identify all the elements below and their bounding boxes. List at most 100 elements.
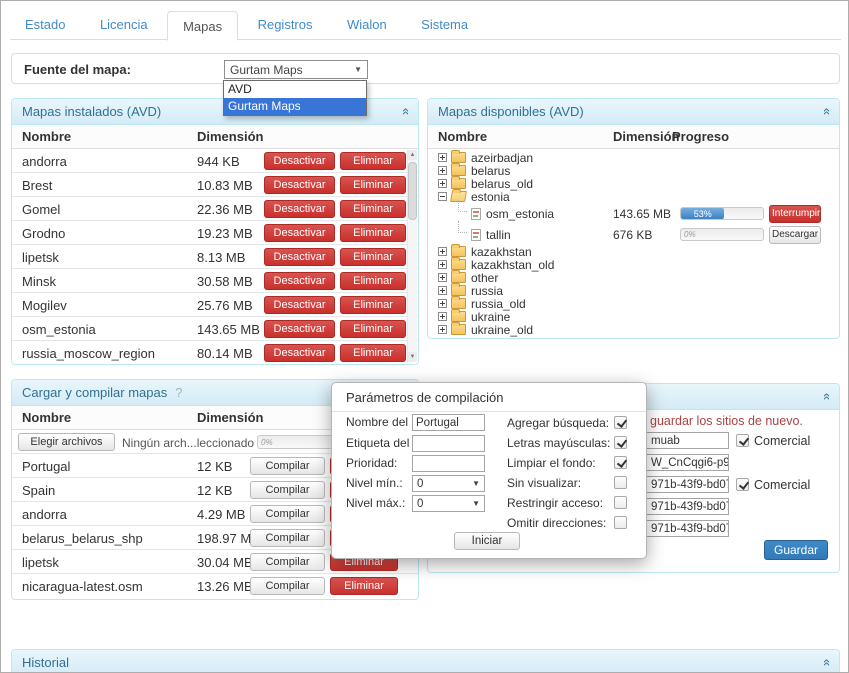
progress-fill: 53% <box>681 208 724 219</box>
delete-button[interactable]: Eliminar <box>340 248 406 266</box>
collapse-icon[interactable]: « <box>400 108 413 115</box>
expand-node-icon[interactable] <box>438 286 447 295</box>
comercial-checkbox[interactable] <box>736 434 749 447</box>
checkbox-row: Letras mayúsculas: <box>507 436 610 451</box>
map-size: 12 KB <box>197 459 232 474</box>
deactivate-button[interactable]: Desactivar <box>264 176 335 194</box>
expand-node-icon[interactable] <box>438 153 447 162</box>
dropdown-option-avd[interactable]: AVD <box>224 81 366 98</box>
history-header: Historial « <box>12 650 839 673</box>
collapse-node-icon[interactable] <box>438 192 447 201</box>
map-name: belarus_belarus_shp <box>22 531 143 546</box>
comercial-label: Comercial <box>754 434 810 448</box>
delete-button[interactable]: Eliminar <box>340 320 406 338</box>
expand-node-icon[interactable] <box>438 299 447 308</box>
compile-button[interactable]: Compilar <box>250 481 325 499</box>
deactivate-button[interactable]: Desactivar <box>264 224 335 242</box>
chevron-down-icon: ▼ <box>472 479 480 488</box>
map-name-input[interactable] <box>412 414 485 431</box>
deactivate-button[interactable]: Desactivar <box>264 152 335 170</box>
dialog-body: Nombre del map Etiqueta del map Priorida… <box>332 412 646 558</box>
expand-node-icon[interactable] <box>438 166 447 175</box>
compile-button[interactable]: Compilar <box>250 505 325 523</box>
no-render-checkbox[interactable] <box>614 476 627 489</box>
comercial-checkbox[interactable] <box>736 478 749 491</box>
installed-maps-panel: Mapas instalados (AVD) « Nombre Dimensió… <box>11 98 419 365</box>
delete-button[interactable]: Eliminar <box>340 176 406 194</box>
deactivate-button[interactable]: Desactivar <box>264 272 335 290</box>
map-name: Spain <box>22 483 55 498</box>
uppercase-checkbox[interactable] <box>614 436 627 449</box>
map-name: Brest <box>22 178 52 193</box>
map-size: 143.65 MB <box>197 322 260 337</box>
compile-button[interactable]: Compilar <box>250 577 325 595</box>
tab-wialon[interactable]: Wialon <box>332 10 402 40</box>
checkbox-row: Restringir acceso: <box>507 496 603 511</box>
save-button[interactable]: Guardar <box>764 540 828 560</box>
collapse-icon[interactable]: « <box>821 393 834 400</box>
delete-button[interactable]: Eliminar <box>340 152 406 170</box>
map-size: 30.04 MB <box>197 555 253 570</box>
min-level-select[interactable]: 0 ▼ <box>412 475 485 492</box>
delete-button[interactable]: Eliminar <box>340 200 406 218</box>
delete-button[interactable]: Eliminar <box>340 224 406 242</box>
choose-files-button[interactable]: Elegir archivos <box>18 433 115 451</box>
interrupt-button[interactable]: Interrumpir <box>769 205 821 223</box>
deactivate-button[interactable]: Desactivar <box>264 344 335 362</box>
skip-addresses-checkbox[interactable] <box>614 516 627 529</box>
checkbox-row: Limpiar el fondo: <box>507 456 596 471</box>
deactivate-button[interactable]: Desactivar <box>264 320 335 338</box>
scroll-down-icon[interactable]: ▼ <box>408 352 417 362</box>
expand-node-icon[interactable] <box>438 312 447 321</box>
tab-estado[interactable]: Estado <box>10 10 80 40</box>
compile-button[interactable]: Compilar <box>250 529 325 547</box>
deactivate-button[interactable]: Desactivar <box>264 296 335 314</box>
dropdown-option-gurtam[interactable]: Gurtam Maps <box>224 98 366 115</box>
collapse-icon[interactable]: « <box>821 659 834 666</box>
available-maps-header: Mapas disponibles (AVD) « <box>428 99 839 125</box>
compile-button[interactable]: Compilar <box>250 553 325 571</box>
progress-bar: 53% <box>680 207 764 220</box>
delete-button[interactable]: Eliminar <box>340 272 406 290</box>
map-name: Portugal <box>22 459 70 474</box>
deactivate-button[interactable]: Desactivar <box>264 200 335 218</box>
table-row: russia_moscow_region80.14 MBDesactivarEl… <box>12 341 418 363</box>
map-name: russia_moscow_region <box>22 346 155 361</box>
scroll-up-icon[interactable]: ▲ <box>408 150 417 160</box>
map-label-input[interactable] <box>412 435 485 452</box>
tree-folder-label: belarus_old <box>471 177 533 191</box>
clear-background-checkbox[interactable] <box>614 456 627 469</box>
map-name: Grodno <box>22 226 65 241</box>
expand-node-icon[interactable] <box>438 260 447 269</box>
deactivate-button[interactable]: Desactivar <box>264 248 335 266</box>
max-level-select[interactable]: 0 ▼ <box>412 495 485 512</box>
scrollbar[interactable]: ▲ ▼ <box>407 150 417 362</box>
delete-button[interactable]: Eliminar <box>340 296 406 314</box>
folder-icon <box>451 259 466 270</box>
expand-node-icon[interactable] <box>438 325 447 334</box>
delete-button[interactable]: Eliminar <box>340 344 406 362</box>
map-name: Minsk <box>22 274 56 289</box>
tree-connector <box>458 200 467 212</box>
priority-input[interactable] <box>412 455 485 472</box>
map-source-dropdown: AVD Gurtam Maps <box>223 80 367 116</box>
map-source-select[interactable]: Gurtam Maps ▼ <box>224 60 368 79</box>
delete-button[interactable]: Eliminar <box>330 577 398 595</box>
tab-mapas[interactable]: Mapas <box>167 11 238 41</box>
restrict-access-checkbox[interactable] <box>614 496 627 509</box>
scrollbar-thumb[interactable] <box>408 162 417 220</box>
download-button[interactable]: Descargar <box>769 226 821 244</box>
compile-button[interactable]: Compilar <box>250 457 325 475</box>
tree-file-row: tallin676 KB0%Descargar <box>428 224 839 245</box>
map-size: 25.76 MB <box>197 298 253 313</box>
collapse-icon[interactable]: « <box>821 108 834 115</box>
tab-licencia[interactable]: Licencia <box>85 10 163 40</box>
tab-sistema[interactable]: Sistema <box>406 10 483 40</box>
expand-node-icon[interactable] <box>438 179 447 188</box>
expand-node-icon[interactable] <box>438 247 447 256</box>
tab-registros[interactable]: Registros <box>243 10 328 40</box>
add-search-checkbox[interactable] <box>614 416 627 429</box>
expand-node-icon[interactable] <box>438 273 447 282</box>
start-button[interactable]: Iniciar <box>454 532 520 550</box>
help-icon[interactable]: ? <box>175 385 182 400</box>
